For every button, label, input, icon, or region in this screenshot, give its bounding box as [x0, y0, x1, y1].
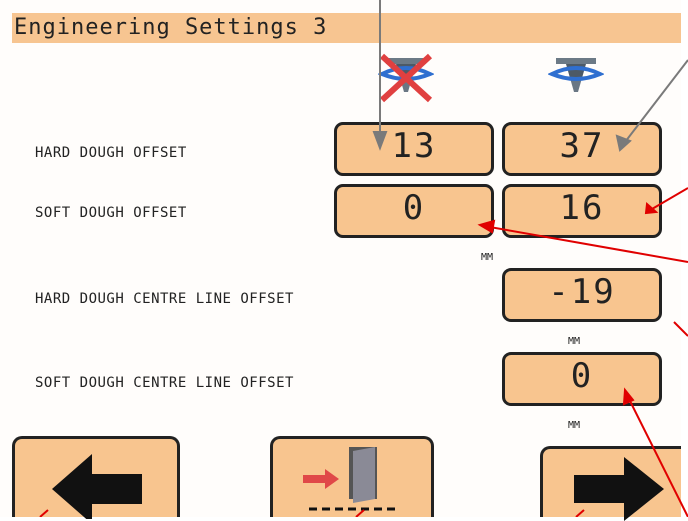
soft-dough-offset-field-2[interactable]: 16 [502, 184, 662, 238]
exit-button[interactable] [270, 436, 434, 517]
soft-dough-offset-label: SOFT DOUGH OFFSET [35, 205, 187, 221]
right-arrow-icon [574, 457, 664, 521]
left-arrow-icon [52, 454, 142, 519]
exit-door-icon [303, 447, 399, 511]
back-button[interactable] [12, 436, 180, 519]
hard-dough-centre-line-label: HARD DOUGH CENTRE LINE OFFSET [35, 291, 294, 307]
unit-label: MM [481, 252, 494, 263]
hard-dough-offset-label: HARD DOUGH OFFSET [35, 145, 187, 161]
soft-dough-offset-field-1[interactable]: 0 [334, 184, 494, 238]
hard-dough-centre-line-field[interactable]: -19 [502, 268, 662, 322]
hard-dough-offset-field-2[interactable]: 37 [502, 122, 662, 176]
unit-label: MM [568, 420, 581, 431]
soft-dough-centre-line-field[interactable]: 0 [502, 352, 662, 406]
depositor-head-crossed-icon [378, 53, 434, 103]
unit-label: MM [568, 336, 581, 347]
next-button[interactable] [540, 446, 681, 521]
depositor-head-icon [548, 58, 604, 92]
page-title: Engineering Settings 3 [14, 15, 328, 40]
soft-dough-centre-line-label: SOFT DOUGH CENTRE LINE OFFSET [35, 375, 294, 391]
hard-dough-offset-field-1[interactable]: 13 [334, 122, 494, 176]
